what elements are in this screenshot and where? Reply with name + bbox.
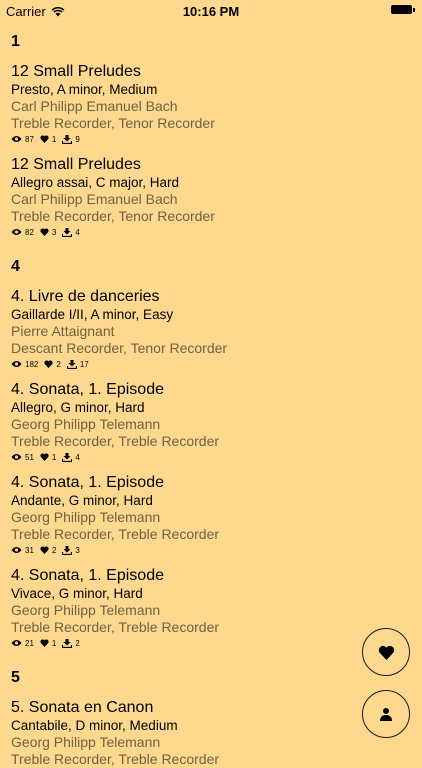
item-title: 4. Livre de danceries [11, 288, 160, 305]
views-count: 182 [25, 359, 39, 369]
item-stats: 51 1 4 [11, 451, 411, 463]
eye-icon [11, 547, 22, 553]
eye-icon [11, 361, 22, 367]
item-stats: 87 1 9 [11, 133, 411, 145]
heart-icon [40, 453, 49, 461]
views-count: 82 [25, 227, 34, 237]
item-instruments: Treble Recorder, Treble Recorder [11, 619, 220, 635]
downloads-count: 2 [75, 638, 80, 648]
item-subtitle: Presto, A minor, Medium [11, 82, 158, 97]
item-subtitle: Gaillarde I/II, A minor, Easy [11, 307, 174, 322]
eye-icon [11, 136, 22, 142]
item-instruments: Treble Recorder, Treble Recorder [11, 433, 220, 449]
item-composer: Georg Philipp Telemann [11, 602, 161, 618]
item-instruments: Treble Recorder, Treble Recorder [11, 526, 220, 542]
download-icon [62, 638, 73, 648]
likes-count: 2 [51, 545, 57, 555]
heart-icon [378, 645, 394, 660]
list-item[interactable]: 12 Small Preludes Allegro assai, C major… [11, 155, 411, 238]
item-instruments: Treble Recorder, Tenor Recorder [11, 115, 215, 131]
downloads-count: 4 [75, 227, 80, 237]
item-subtitle: Cantabile, D minor, Medium [11, 718, 178, 733]
eye-icon [11, 640, 22, 646]
item-stats: 82 3 4 [11, 226, 411, 238]
item-composer: Carl Philipp Emanuel Bach [11, 191, 178, 207]
downloads-count: 17 [79, 359, 89, 369]
download-icon [62, 545, 73, 555]
item-composer: Georg Philipp Telemann [11, 734, 161, 750]
list-item[interactable]: 4. Sonata, 1. Episode Allegro, G minor, … [11, 380, 411, 463]
heart-icon [40, 639, 49, 647]
likes-count: 1 [51, 638, 57, 648]
scores-list[interactable]: 1 12 Small Preludes Presto, A minor, Med… [11, 28, 411, 768]
status-bar: Carrier 10:16 PM [0, 0, 422, 22]
item-instruments: Treble Recorder, Treble Recorder [11, 751, 220, 767]
likes-count: 2 [56, 359, 61, 369]
download-icon [66, 359, 77, 369]
heart-icon [40, 228, 49, 236]
person-icon [380, 708, 392, 721]
item-instruments: Descant Recorder, Tenor Recorder [11, 340, 228, 356]
heart-icon [40, 546, 49, 554]
status-time: 10:16 PM [182, 4, 240, 19]
downloads-count: 3 [75, 545, 80, 555]
battery-icon [391, 5, 415, 14]
views-count: 51 [25, 452, 34, 462]
likes-count: 1 [51, 452, 57, 462]
likes-count: 1 [51, 134, 57, 144]
item-instruments: Treble Recorder, Tenor Recorder [11, 208, 215, 224]
section-header: 1 [11, 33, 20, 50]
item-subtitle: Vivace, G minor, Hard [11, 586, 143, 601]
profile-button[interactable] [362, 690, 410, 738]
download-icon [62, 227, 73, 237]
item-subtitle: Andante, G minor, Hard [11, 493, 153, 508]
list-item[interactable]: 12 Small Preludes Presto, A minor, Mediu… [11, 62, 411, 145]
item-subtitle: Allegro assai, C major, Hard [11, 175, 180, 190]
favorites-button[interactable] [362, 628, 410, 676]
list-item[interactable]: 4. Sonata, 1. Episode Vivace, G minor, H… [11, 566, 411, 649]
section-header: 5 [11, 669, 20, 686]
downloads-count: 9 [75, 134, 80, 144]
eye-icon [11, 229, 22, 235]
heart-icon [40, 135, 49, 143]
heart-icon [44, 360, 53, 368]
item-stats: 21 1 2 [11, 637, 411, 649]
item-stats: 31 2 3 [11, 544, 411, 556]
item-composer: Pierre Attaignant [11, 323, 115, 339]
list-item[interactable]: 5. Sonata en Canon Cantabile, D minor, M… [11, 698, 411, 768]
download-icon [62, 452, 73, 462]
views-count: 21 [25, 638, 34, 648]
list-item[interactable]: 4. Livre de danceries Gaillarde I/II, A … [11, 287, 411, 370]
item-subtitle: Allegro, G minor, Hard [11, 400, 145, 415]
download-icon [62, 134, 73, 144]
likes-count: 3 [51, 227, 57, 237]
item-stats: 182 2 17 [11, 358, 411, 370]
downloads-count: 4 [75, 452, 80, 462]
item-title: 4. Sonata, 1. Episode [11, 381, 164, 398]
item-title: 4. Sonata, 1. Episode [11, 567, 164, 584]
item-title: 12 Small Preludes [11, 156, 141, 173]
item-title: 12 Small Preludes [11, 63, 141, 80]
list-item[interactable]: 4. Sonata, 1. Episode Andante, G minor, … [11, 473, 411, 556]
item-composer: Carl Philipp Emanuel Bach [11, 98, 178, 114]
item-composer: Georg Philipp Telemann [11, 416, 161, 432]
item-composer: Georg Philipp Telemann [11, 509, 161, 525]
eye-icon [11, 454, 22, 460]
views-count: 87 [25, 134, 34, 144]
views-count: 31 [25, 545, 34, 555]
section-header: 4 [11, 258, 20, 275]
item-title: 4. Sonata, 1. Episode [11, 474, 164, 491]
item-title: 5. Sonata en Canon [11, 699, 154, 716]
